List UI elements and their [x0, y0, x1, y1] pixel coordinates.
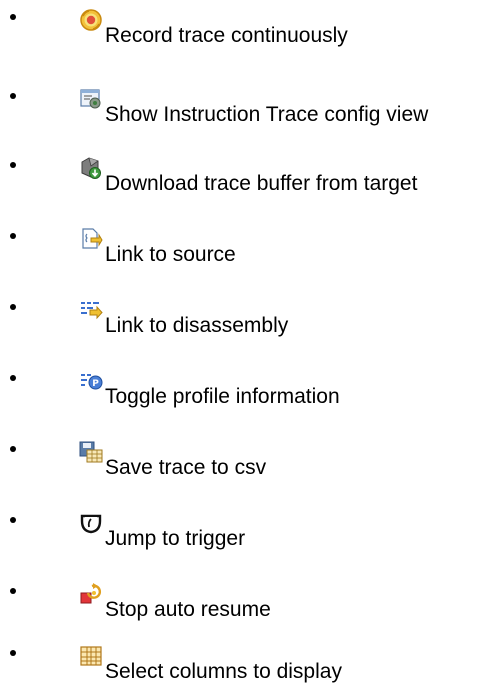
list-item-label: Link to disassembly: [105, 314, 289, 337]
list-item-label: Select columns to display: [105, 660, 342, 683]
list-item-select-columns: Select columns to display: [0, 646, 491, 688]
list-item-show-trace-config: Show Instruction Trace config view: [0, 89, 491, 131]
toggle-profile-icon: P: [79, 369, 103, 393]
save-csv-icon: [79, 440, 103, 464]
list-item-label: Save trace to csv: [105, 456, 267, 479]
list-item-download-trace: Download trace buffer from target: [0, 157, 491, 200]
bullet: [10, 162, 16, 168]
download-trace-buffer-icon: [79, 156, 103, 180]
list-item-jump-to-trigger: Jump to trigger: [0, 514, 491, 555]
list-item-label: Stop auto resume: [105, 598, 271, 621]
bullet: [10, 650, 16, 656]
bullet: [10, 14, 16, 20]
bullet: [10, 588, 16, 594]
list-item-save-trace-csv: Save trace to csv: [0, 441, 491, 484]
list-item-label: Download trace buffer from target: [105, 172, 418, 195]
select-columns-icon: [79, 644, 103, 668]
bullet: [10, 304, 16, 310]
stop-auto-resume-icon: [79, 582, 103, 606]
trace-config-view-icon: [79, 87, 103, 111]
link-to-disassembly-icon: [79, 298, 103, 322]
list-item-label: Record trace continuously: [105, 24, 348, 47]
link-to-source-icon: [79, 227, 103, 251]
list-item-label: Jump to trigger: [105, 527, 246, 550]
bullet: [10, 517, 16, 523]
bullet: [10, 93, 16, 99]
list-item-link-to-source: Link to source: [0, 228, 491, 271]
bullet: [10, 233, 16, 239]
list-item-toggle-profile: P Toggle profile information: [0, 373, 491, 413]
bullet: [10, 375, 16, 381]
list-item-link-to-disassembly: Link to disassembly: [0, 302, 491, 342]
list-item-stop-auto-resume: Stop auto resume: [0, 583, 491, 626]
jump-to-trigger-icon: [79, 511, 103, 535]
list-item-record-trace: Record trace continuously: [0, 9, 491, 52]
bullet: [10, 446, 16, 452]
list-item-label: Link to source: [105, 243, 236, 266]
list-item-label: Show Instruction Trace config view: [105, 103, 429, 126]
record-trace-icon: [79, 8, 103, 32]
svg-text:P: P: [92, 379, 99, 389]
list-item-label: Toggle profile information: [105, 385, 340, 408]
